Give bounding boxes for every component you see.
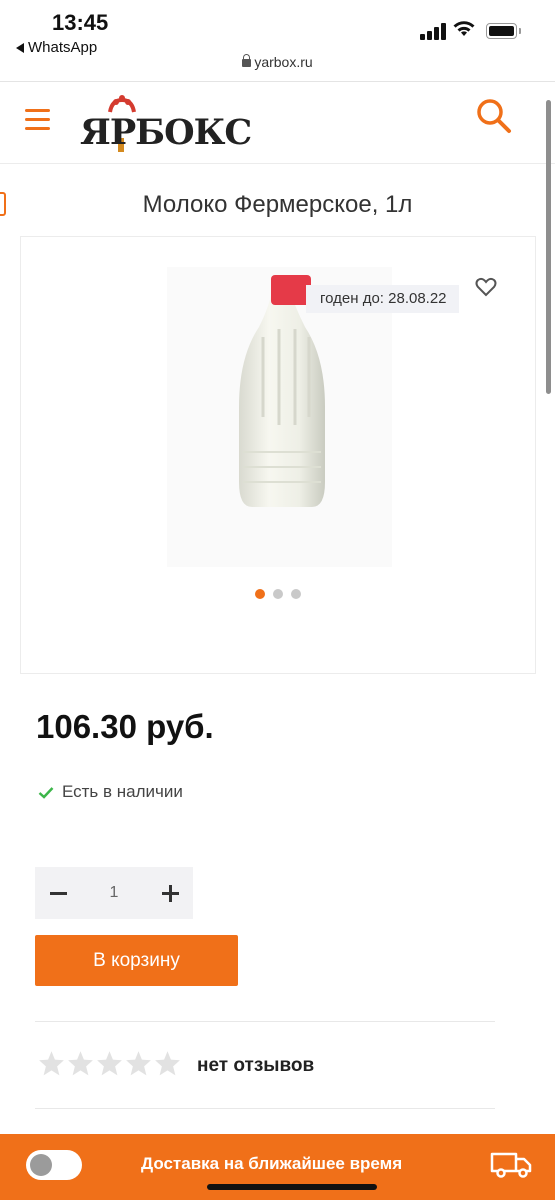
clock: 13:45 bbox=[52, 10, 109, 35]
back-arrow-icon bbox=[16, 42, 24, 53]
star-icon bbox=[155, 1051, 180, 1076]
increase-quantity-button[interactable] bbox=[147, 867, 193, 919]
delivery-text[interactable]: Доставка на ближайшее время bbox=[141, 1154, 402, 1174]
gallery-dot[interactable] bbox=[273, 589, 283, 599]
star-icon bbox=[97, 1051, 122, 1076]
check-icon bbox=[38, 786, 54, 799]
address-bar[interactable]: yarbox.ru bbox=[0, 54, 555, 70]
add-to-cart-button[interactable]: В корзину bbox=[35, 935, 238, 986]
stock-status: Есть в наличии bbox=[38, 782, 183, 802]
delivery-bar: Доставка на ближайшее время bbox=[0, 1134, 555, 1200]
gallery-dot[interactable] bbox=[255, 589, 265, 599]
gallery-pagination bbox=[255, 589, 301, 599]
rating-stars[interactable] bbox=[38, 1050, 181, 1076]
divider bbox=[35, 1021, 495, 1022]
product-title: Молоко Фермерское, 1л bbox=[142, 191, 413, 218]
star-icon bbox=[68, 1051, 93, 1076]
lock-icon bbox=[242, 54, 252, 67]
gallery-dot[interactable] bbox=[291, 589, 301, 599]
site-logo[interactable]: ЯРБОКС bbox=[80, 94, 252, 154]
page-scrollbar[interactable] bbox=[546, 100, 551, 394]
hamburger-icon[interactable] bbox=[25, 109, 50, 131]
reviews-count[interactable]: нет отзывов bbox=[197, 1055, 314, 1077]
quantity-input[interactable]: 1 bbox=[81, 867, 147, 919]
logo-text: ЯРБОКС bbox=[80, 112, 252, 153]
decrease-quantity-button[interactable] bbox=[35, 867, 81, 919]
product-gallery[interactable]: годен до: 28.08.22 bbox=[20, 236, 536, 674]
stock-label: Есть в наличии bbox=[62, 782, 183, 801]
quantity-stepper: 1 bbox=[35, 867, 193, 919]
cellular-signal-icon bbox=[420, 22, 446, 40]
minus-icon bbox=[50, 892, 67, 895]
star-icon bbox=[126, 1051, 151, 1076]
star-icon bbox=[39, 1051, 64, 1076]
heart-icon[interactable] bbox=[475, 277, 497, 297]
home-indicator[interactable] bbox=[207, 1184, 377, 1190]
divider bbox=[35, 1108, 495, 1109]
expiry-badge: годен до: 28.08.22 bbox=[306, 285, 459, 313]
search-icon[interactable] bbox=[474, 96, 514, 136]
site-header: ЯРБОКС bbox=[0, 82, 555, 164]
url-text: yarbox.ru bbox=[254, 54, 313, 70]
product-price: 106.30 руб. bbox=[36, 708, 214, 745]
battery-icon bbox=[486, 23, 521, 39]
status-bar: 13:45 WhatsApp yarbox.ru bbox=[0, 0, 555, 82]
delivery-toggle[interactable] bbox=[26, 1150, 82, 1180]
wifi-icon bbox=[453, 21, 475, 36]
delivery-truck-icon[interactable] bbox=[490, 1150, 532, 1180]
